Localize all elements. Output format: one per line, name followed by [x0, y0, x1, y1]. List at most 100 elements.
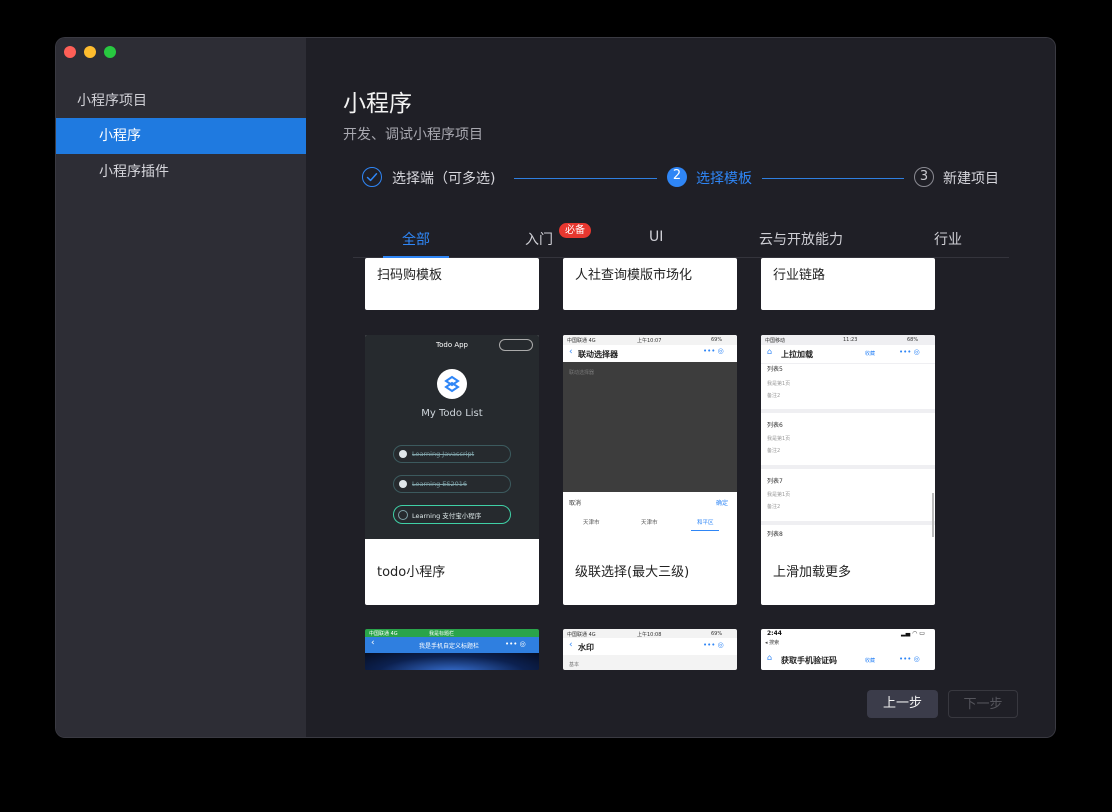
step-3-number: 3 [914, 167, 934, 187]
todo-item: Learning 支付宝小程序 [393, 505, 511, 524]
status-carrier: 中国联通 4G [567, 632, 596, 638]
card-title: 人社查询模版市场化 [575, 268, 693, 283]
page-subtitle: 开发、调试小程序项目 [343, 127, 483, 143]
tab-ui[interactable]: UI [649, 229, 663, 245]
card-title: 行业链路 [773, 268, 826, 283]
close-window-button[interactable] [64, 46, 76, 58]
sidebar: 小程序项目 小程序 小程序插件 [56, 38, 306, 737]
picker-selected-line [691, 530, 719, 531]
back-icon: ‹ [569, 347, 573, 357]
card-title: 级联选择(最大三级) [575, 565, 690, 580]
nav-bar: ‹ 水印 ••• ◎ [563, 638, 737, 655]
template-card-todo[interactable]: Todo App My Todo List Learning Javascrip… [365, 335, 539, 605]
step-1-label: 选择端（可多选) [392, 171, 496, 187]
list-item: 列表6 我是第1页 备注2 [761, 413, 935, 465]
card-title: todo小程序 [377, 565, 446, 580]
status-bar: 中国联通 4G 我是标题栏 [365, 629, 539, 637]
template-card[interactable]: 中国联通 4G 上午10:08 69% ‹ 水印 ••• ◎ 基本 [563, 629, 737, 670]
template-card[interactable]: 人社查询模版市场化 [563, 258, 737, 310]
next-step-button[interactable]: 下一步 [948, 690, 1018, 718]
list-line: 我是第1页 [767, 381, 791, 387]
loadmore-preview: 中国移动 11:23 68% ⌂ 上拉加载 收藏 ••• ◎ 列表5 我是第1页… [761, 335, 935, 539]
template-grid: 扫码购模板 人社查询模版市场化 行业链路 Todo App My Todo Li… [362, 258, 1002, 670]
more-icon: ••• ◎ [703, 641, 724, 649]
status-time: 2:44 [767, 630, 782, 637]
list-item: 列表5 我是第1页 备注2 [761, 364, 935, 409]
picker-confirm: 确定 [716, 500, 729, 507]
tab-cloud[interactable]: 云与开放能力 [759, 229, 843, 249]
home-icon: ⌂ [767, 653, 773, 662]
template-card[interactable]: 2:44 ▂▄ ◠ ▭ ◂ 搜索 ⌂ 获取手机验证码 收藏 ••• ◎ [761, 629, 935, 670]
signal-icon: ▂▄ ◠ ▭ [901, 630, 925, 637]
todo-text: Learning 支付宝小程序 [412, 512, 482, 520]
card-title: 扫码购模板 [377, 268, 443, 283]
back-icon: ‹ [569, 640, 573, 650]
list-name: 列表5 [767, 366, 783, 373]
list-line: 备注2 [767, 448, 781, 454]
picker-option: 天津市 [641, 520, 658, 526]
dim-overlay: 联动选择器 [563, 362, 737, 492]
step-2-number: 2 [667, 167, 687, 187]
section-label: 联动选择器 [569, 370, 595, 376]
list-line: 我是第1页 [767, 492, 791, 498]
template-card[interactable]: 行业链路 [761, 258, 935, 310]
nav-bar: ⌂ 上拉加载 收藏 ••• ◎ [761, 345, 935, 363]
todo-text: Learning Javascript [412, 450, 475, 458]
more-icon: ••• ◎ [505, 640, 526, 648]
tab-industry[interactable]: 行业 [934, 229, 962, 249]
sidebar-item-plugin[interactable]: 小程序插件 [56, 154, 306, 190]
fav-label: 收藏 [865, 351, 876, 357]
status-time: 上午10:08 [637, 632, 662, 638]
previous-step-button[interactable]: 上一步 [867, 690, 938, 718]
checked-icon [399, 450, 407, 458]
stepper: 选择端（可多选) 2 选择模板 3 新建项目 [362, 167, 1002, 191]
card-title: 上滑加载更多 [773, 565, 852, 580]
list-item: 列表8 [761, 525, 935, 539]
list-line: 备注2 [767, 504, 781, 510]
zoom-window-button[interactable] [104, 46, 116, 58]
step-connector-2 [762, 178, 904, 179]
status-battery: 69% [711, 631, 723, 637]
home-icon: ⌂ [767, 347, 773, 356]
main-panel: 小程序 开发、调试小程序项目 选择端（可多选) 2 选择模板 3 新建项目 全部… [306, 38, 1055, 737]
status-battery: 69% [711, 337, 723, 343]
new-project-window: 小程序项目 小程序 小程序插件 小程序 开发、调试小程序项目 选择端（可多选) … [56, 38, 1055, 737]
logo-icon [437, 369, 467, 399]
more-icon: ••• ◎ [899, 655, 920, 663]
status-carrier: 中国移动 [765, 338, 786, 344]
list-name: 列表8 [767, 531, 783, 538]
template-card-loadmore[interactable]: 中国移动 11:23 68% ⌂ 上拉加载 收藏 ••• ◎ 列表5 我是第1页… [761, 335, 935, 605]
picker-panel: 取消 确定 天津市 天津市 和平区 [563, 492, 737, 539]
template-card[interactable]: 中国联通 4G 我是标题栏 ‹ 我是手机自定义标题栏 ••• ◎ [365, 629, 539, 670]
list-name: 列表7 [767, 478, 783, 485]
tab-all[interactable]: 全部 [402, 229, 430, 249]
todo-preview: Todo App My Todo List Learning Javascrip… [365, 335, 539, 539]
capsule-menu-icon [499, 339, 533, 351]
step-3-label: 新建项目 [943, 171, 999, 187]
category-tabs: 全部 入门 必备 UI 云与开放能力 行业 [353, 223, 1009, 258]
sidebar-section-title: 小程序项目 [77, 93, 147, 109]
back-search: ◂ 搜索 [765, 640, 780, 646]
minimize-window-button[interactable] [84, 46, 96, 58]
list-item: 列表7 我是第1页 备注2 [761, 469, 935, 521]
tab-beginner[interactable]: 入门 [525, 229, 553, 249]
status-bar: 中国联通 4G 上午10:08 69% [563, 629, 737, 638]
status-carrier: 中国联通 4G [567, 338, 596, 344]
unchecked-icon [398, 510, 408, 520]
step-2-label: 选择模板 [696, 171, 752, 187]
status-bar: 中国联通 4G 上午10:07 69% [563, 335, 737, 345]
more-icon: ••• ◎ [899, 348, 920, 356]
nav-bar: ‹ 联动选择器 ••• ◎ [563, 345, 737, 362]
template-card[interactable]: 扫码购模板 [365, 258, 539, 310]
back-icon: ‹ [371, 638, 375, 648]
nav-title: 联动选择器 [578, 350, 618, 359]
picker-option: 和平区 [697, 520, 714, 526]
status-carrier: 中国联通 4G [369, 631, 398, 637]
section-label: 基本 [569, 662, 580, 668]
sidebar-item-miniprogram[interactable]: 小程序 [56, 118, 306, 154]
step-1-done-icon [362, 167, 382, 187]
todo-item: Learning Javascript [393, 445, 511, 463]
required-badge: 必备 [559, 223, 591, 238]
template-card-cascade[interactable]: 中国联通 4G 上午10:07 69% ‹ 联动选择器 ••• ◎ 联动选择器 … [563, 335, 737, 605]
todo-item: Learning ES2016 [393, 475, 511, 493]
